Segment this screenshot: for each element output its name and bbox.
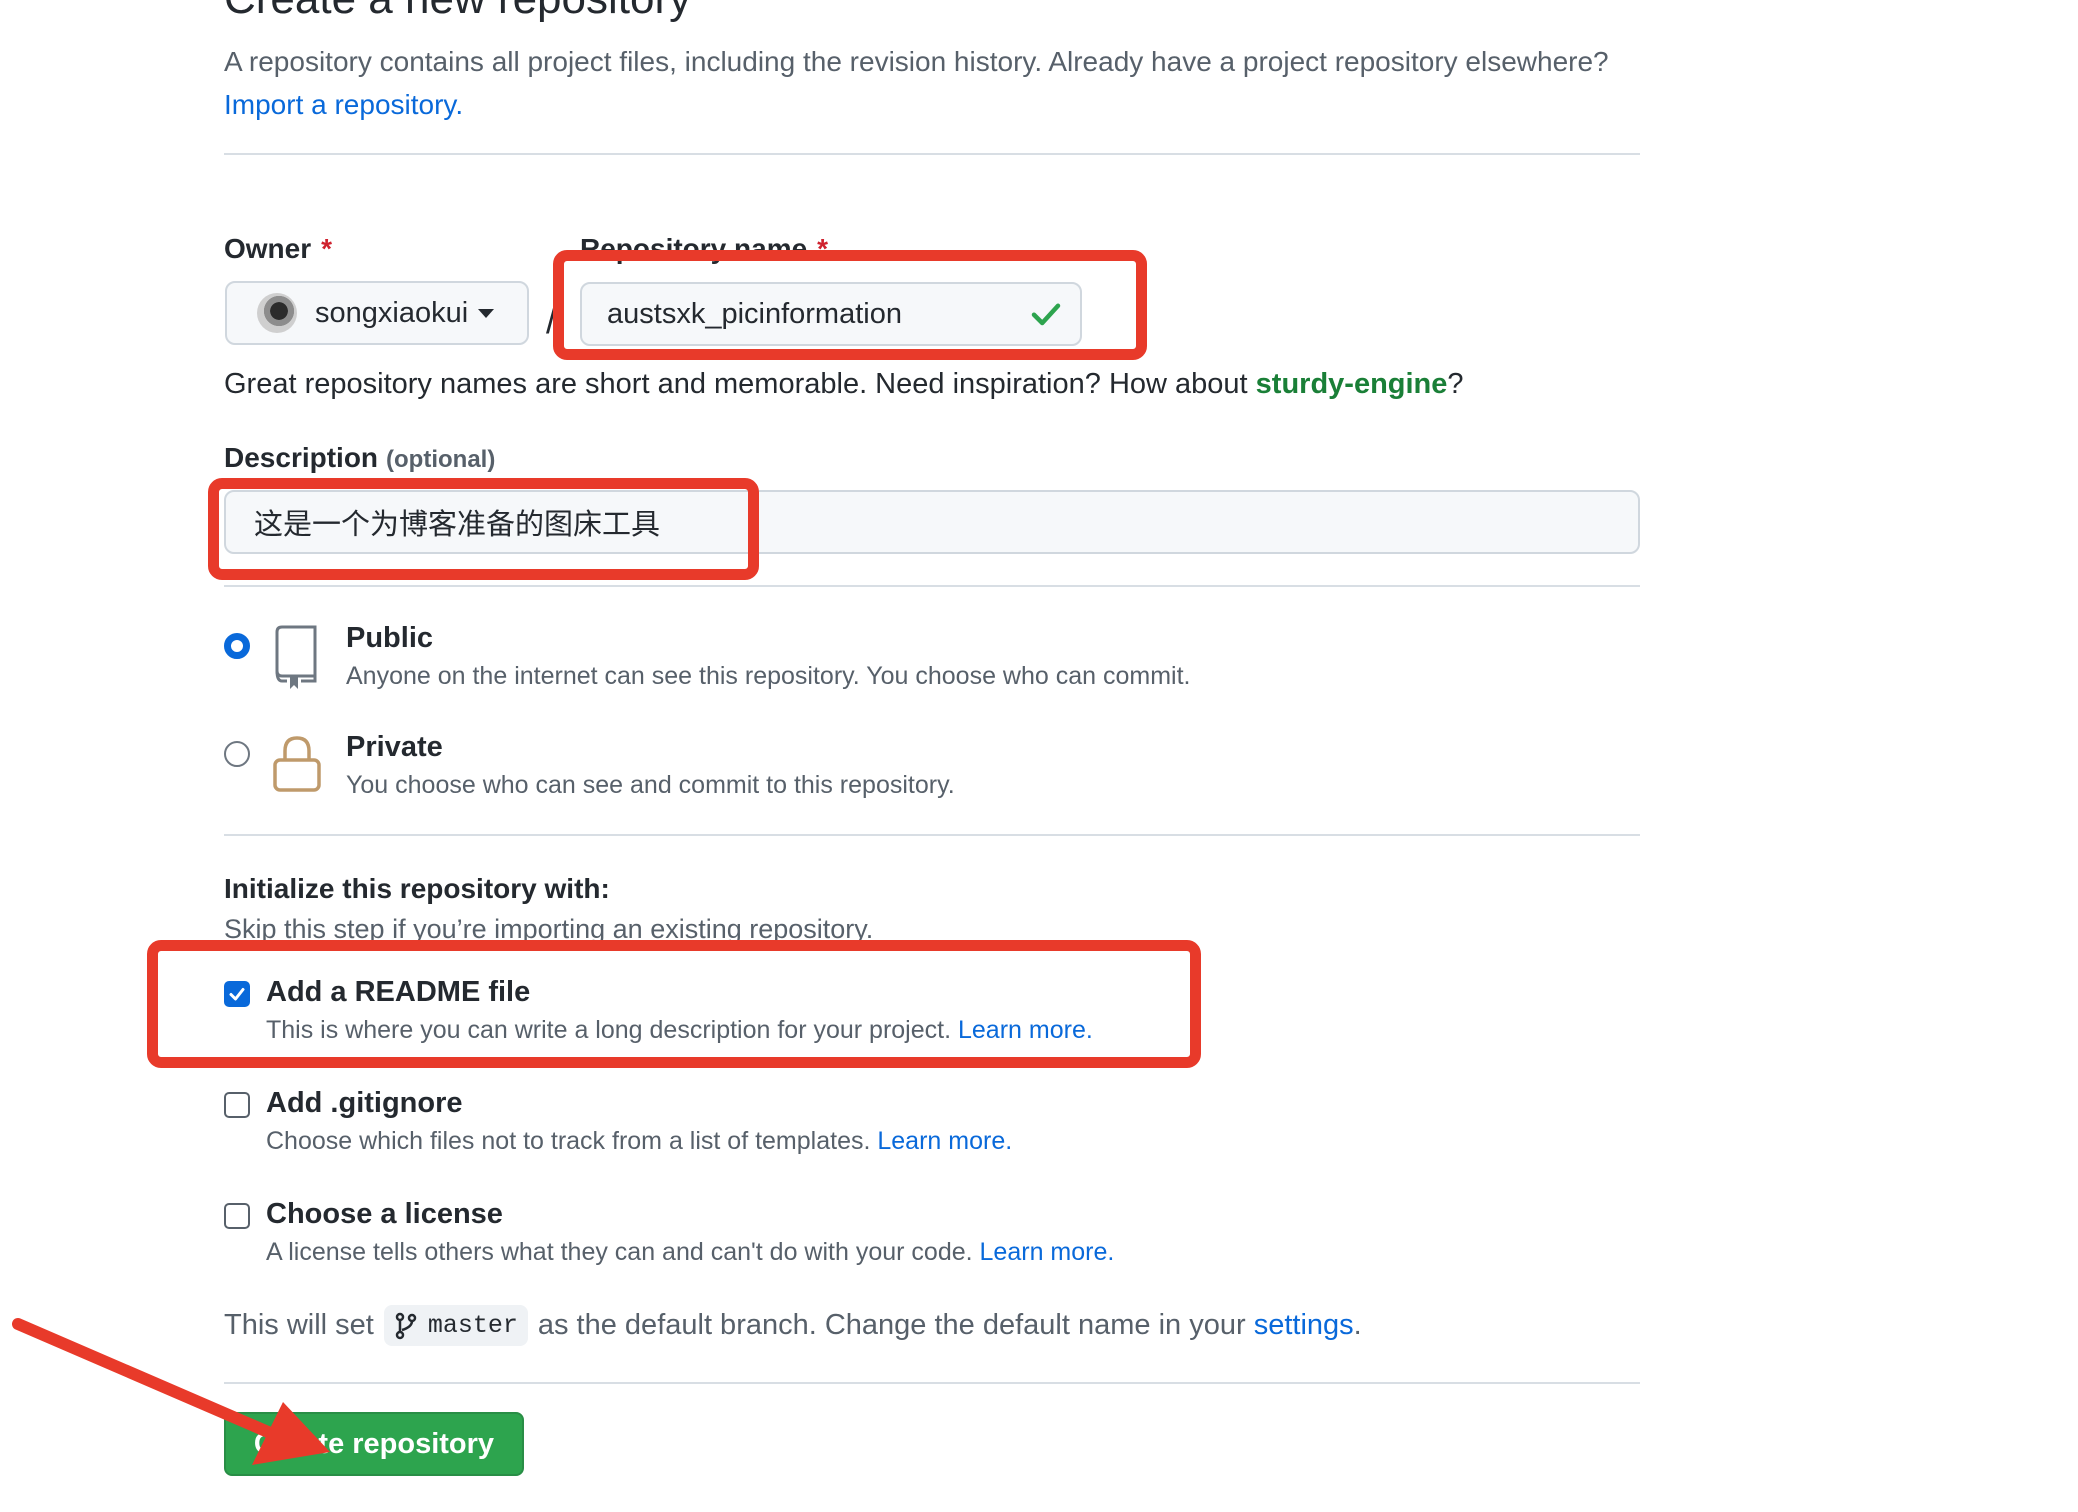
description-label: Description (optional)	[224, 442, 495, 474]
page-title: Create a new repository	[224, 0, 691, 24]
readme-learn-more-link[interactable]: Learn more.	[958, 1016, 1093, 1044]
intro-text: A repository contains all project files,…	[224, 46, 1609, 77]
private-radio[interactable]	[224, 741, 250, 767]
name-hint: Great repository names are short and mem…	[224, 368, 1464, 401]
owner-value: songxiaokui	[315, 296, 469, 329]
settings-link[interactable]: settings	[1254, 1309, 1354, 1342]
name-suggestion[interactable]: sturdy-engine	[1256, 368, 1448, 400]
repository-name-input[interactable]: austsxk_picinformation	[580, 282, 1082, 346]
branch-pill: master	[383, 1305, 528, 1346]
gitignore-desc: Choose which files not to track from a l…	[266, 1127, 1012, 1156]
import-repository-link[interactable]: Import a repository.	[224, 89, 463, 120]
git-branch-icon	[395, 1312, 417, 1339]
readme-checkbox[interactable]	[224, 981, 250, 1007]
lock-icon	[273, 736, 321, 792]
checkbox-unchecked	[224, 1092, 250, 1118]
page-intro: A repository contains all project files,…	[224, 40, 1624, 126]
divider	[224, 585, 1640, 587]
description-input[interactable]: 这是一个为博客准备的图床工具	[224, 490, 1640, 554]
default-branch-note: This will set master as the default bran…	[224, 1305, 1362, 1346]
owner-label-text: Owner	[224, 233, 312, 264]
gitignore-title: Add .gitignore	[266, 1087, 463, 1119]
branch-middle-text: as the default branch. Change the defaul…	[537, 1309, 1246, 1341]
divider	[224, 1382, 1640, 1384]
description-value: 这是一个为博客准备的图床工具	[254, 509, 661, 541]
divider	[224, 834, 1640, 836]
gitignore-checkbox[interactable]	[224, 1092, 250, 1118]
owner-dropdown[interactable]: songxiaokui	[225, 281, 529, 345]
radio-selected	[224, 633, 250, 659]
readme-desc: This is where you can write a long descr…	[266, 1016, 1093, 1045]
name-hint-suffix: ?	[1447, 368, 1464, 400]
check-icon	[1031, 303, 1061, 326]
annotation-arrow-icon	[12, 1318, 330, 1465]
public-title: Public	[346, 622, 434, 654]
license-desc: A license tells others what they can and…	[266, 1238, 1114, 1267]
check-icon	[229, 988, 245, 1001]
divider	[224, 153, 1640, 155]
name-hint-text: Great repository names are short and mem…	[224, 368, 1248, 400]
private-title: Private	[346, 731, 443, 763]
caret-down-icon	[478, 308, 495, 318]
avatar	[257, 293, 297, 333]
radio-unselected	[224, 741, 250, 767]
gitignore-desc-text: Choose which files not to track from a l…	[266, 1127, 871, 1155]
optional-tag: (optional)	[386, 446, 496, 473]
readme-desc-text: This is where you can write a long descr…	[266, 1016, 952, 1044]
license-checkbox[interactable]	[224, 1203, 250, 1229]
checkbox-unchecked	[224, 1203, 250, 1229]
public-desc: Anyone on the internet can see this repo…	[346, 662, 1191, 690]
repo-icon	[275, 625, 317, 689]
branch-suffix: .	[1353, 1309, 1362, 1341]
init-heading: Initialize this repository with:	[224, 873, 610, 904]
public-radio[interactable]	[224, 633, 250, 659]
license-title: Choose a license	[266, 1198, 503, 1230]
description-label-text: Description	[224, 442, 379, 473]
license-desc-text: A license tells others what they can and…	[266, 1238, 973, 1266]
gitignore-learn-more-link[interactable]: Learn more.	[877, 1127, 1012, 1155]
private-desc: You choose who can see and commit to thi…	[346, 771, 955, 799]
init-skip-text: Skip this step if you’re importing an ex…	[224, 914, 874, 944]
readme-title: Add a README file	[266, 976, 531, 1008]
owner-repo-separator: /	[546, 300, 557, 341]
repository-name-value: austsxk_picinformation	[607, 297, 902, 330]
repo-name-label: Repository name *	[580, 233, 828, 265]
checkbox-checked	[224, 981, 250, 1007]
license-learn-more-link[interactable]: Learn more.	[980, 1238, 1115, 1266]
required-mark: *	[817, 233, 829, 264]
repo-name-label-text: Repository name	[580, 233, 808, 264]
owner-label: Owner *	[224, 233, 332, 265]
branch-name: master	[427, 1311, 518, 1340]
required-mark: *	[321, 233, 333, 264]
